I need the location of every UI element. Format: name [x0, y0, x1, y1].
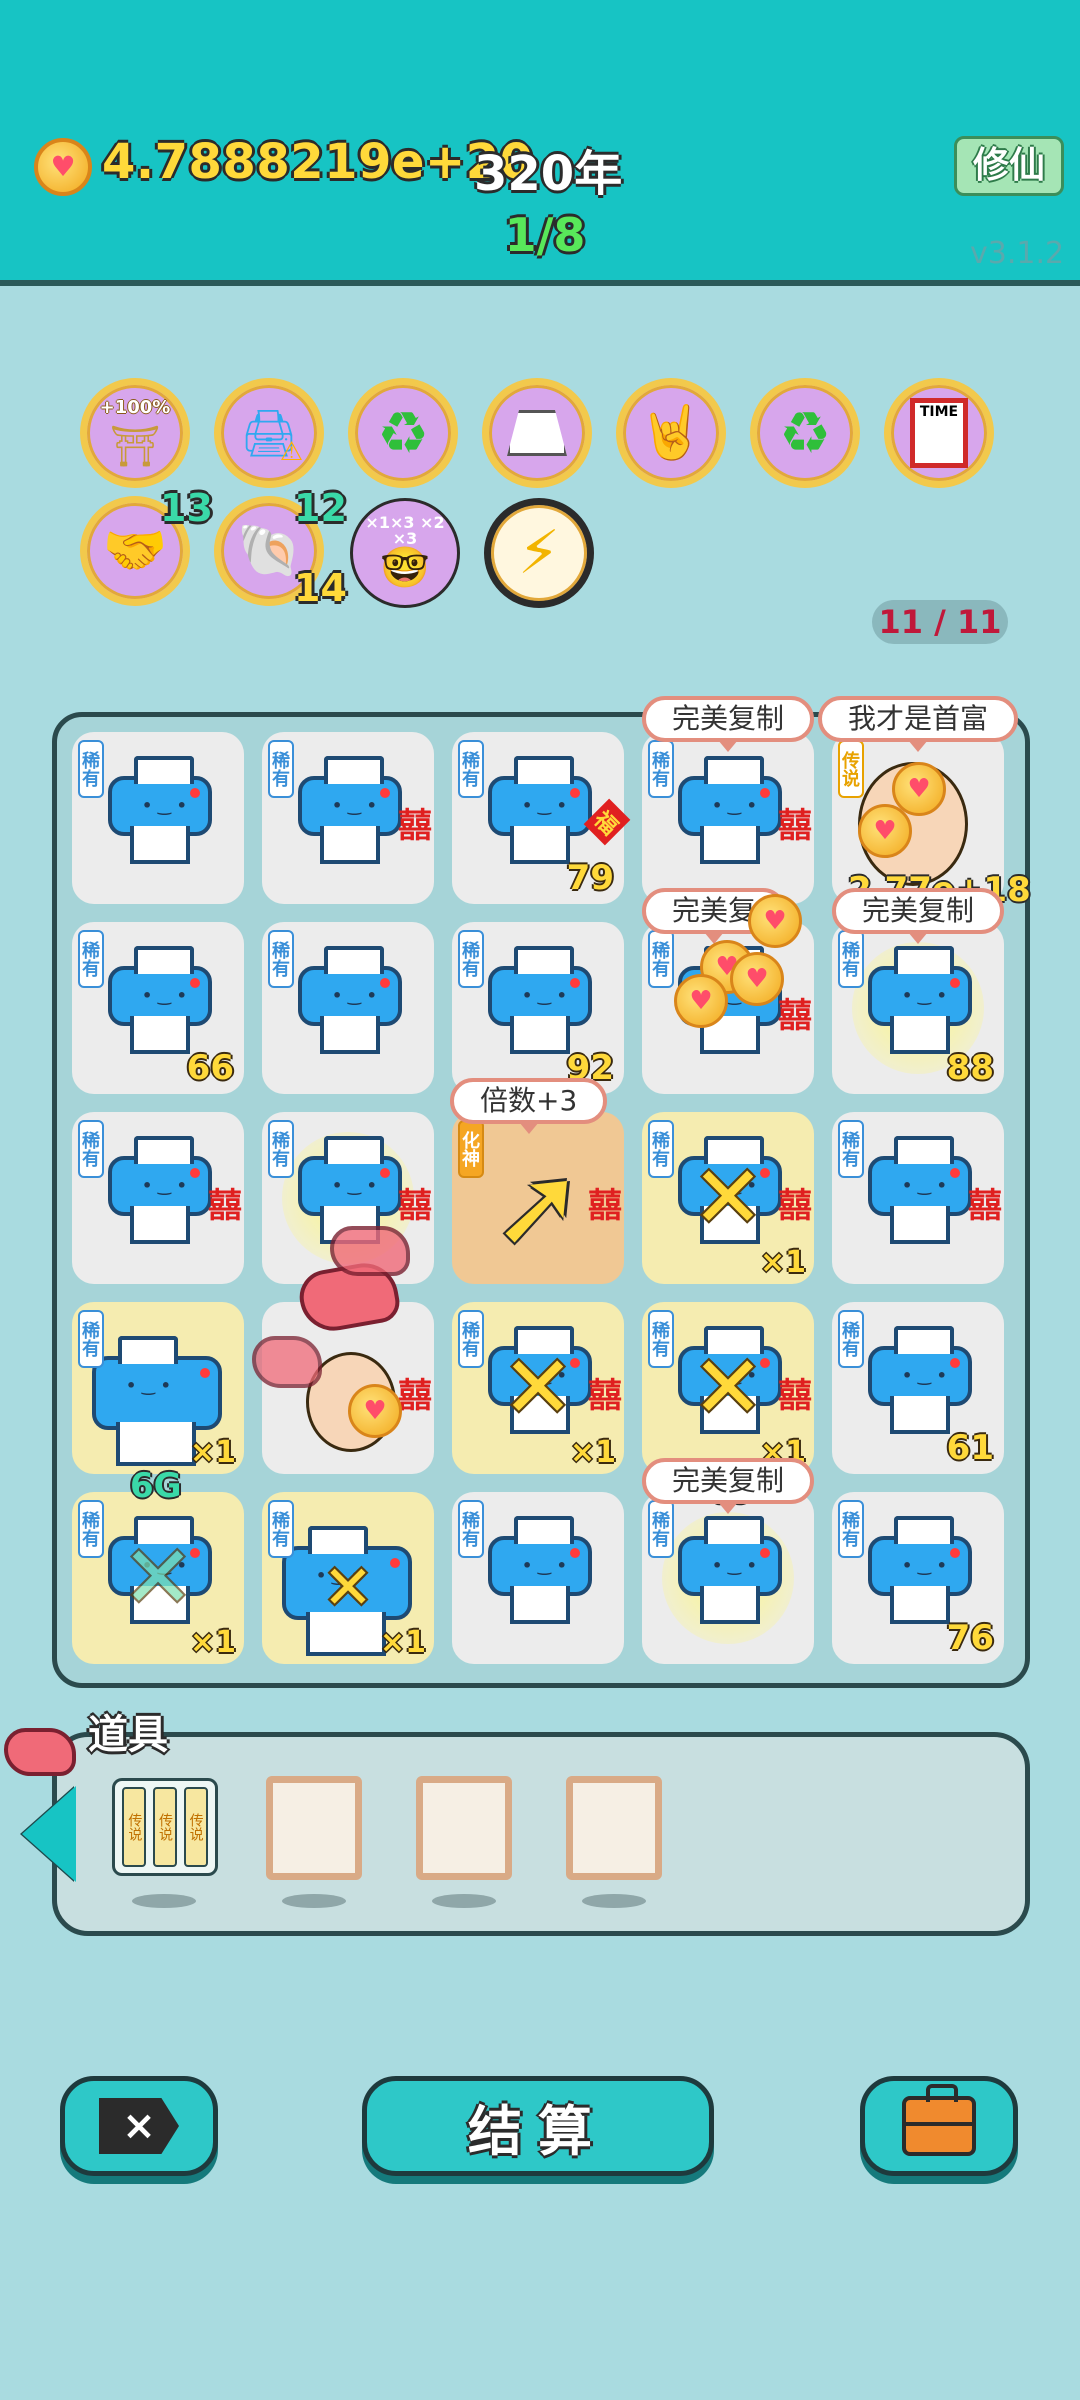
heart-coin-icon: ♥ — [730, 952, 784, 1006]
board-cell[interactable]: 稀有 • ‿ • 76 — [832, 1492, 1004, 1664]
skirt-icon[interactable] — [482, 378, 592, 488]
items-title: 道具 — [88, 1712, 168, 1758]
liver-icon — [252, 1336, 322, 1388]
board-cell[interactable]: 稀有 • ‿ • 囍 — [832, 1112, 1004, 1284]
item-shadow — [432, 1894, 496, 1908]
time-magazine-icon[interactable]: TIME — [884, 378, 994, 488]
year-counter: 320年 — [474, 146, 623, 202]
multiplier-bubble: 倍数+3 — [450, 1078, 608, 1134]
board-cell[interactable]: 稀有 • ‿ • 囍 — [72, 1112, 244, 1284]
printer-warning-icon[interactable]: 🖨 ⚠ — [214, 378, 324, 488]
heart-coin-icon: ♥ — [674, 974, 728, 1028]
board-cell[interactable]: 稀有 • ‿ • ✕ ×1 — [262, 1492, 434, 1664]
destroy-cross-icon: ✕ — [501, 1338, 575, 1438]
item-shadow — [132, 1894, 196, 1908]
empty-item-slot[interactable] — [416, 1776, 512, 1880]
board-cell[interactable]: 稀有 • ‿ • 66 — [72, 922, 244, 1094]
board-cell[interactable]: 稀有 • ‿ • 福 79 — [452, 732, 631, 904]
printer-icon: • ‿ • — [92, 1336, 222, 1430]
heart-coin-icon: ♥ — [34, 138, 92, 196]
perfect-copy-bubble: 完美复制 — [832, 888, 1005, 944]
top-bar: ♥ 4.7888219e+20 320年 1/8 修仙 v3.1.2 — [0, 0, 1080, 286]
handshake-count: 13 — [160, 486, 213, 530]
perfect-copy-bubble: 完美复制 — [642, 696, 815, 752]
board-cell[interactable]: 稀有 • ‿ • 囍 ✕ ×1 — [452, 1302, 624, 1474]
item-shadow — [282, 1894, 346, 1908]
items-scroll-left-icon[interactable] — [22, 1786, 76, 1882]
money-counter: 4.7888219e+20 — [102, 134, 534, 190]
board-cell[interactable]: 稀有 • ‿ • 囍 — [642, 732, 814, 904]
board-cell[interactable]: 稀有 • ‿ • 88 — [832, 922, 1004, 1094]
richest-bubble: 我才是首富 — [818, 696, 1019, 752]
board-cell[interactable]: 稀有 • ‿ • — [262, 922, 434, 1094]
board-cell[interactable]: 稀有 • ‿ • ×1 — [72, 1302, 244, 1474]
board-cell[interactable]: 稀有 • ‿ • 囍 ✕ ×1 — [642, 1112, 814, 1284]
level-indicator: 1/8 — [504, 208, 586, 262]
cursor-arrow-icon: ➚ — [492, 1142, 585, 1270]
liver-icon — [330, 1226, 410, 1276]
board-cell[interactable]: 稀有 • ‿ • — [72, 732, 244, 904]
perfect-copy-bubble: 完美复制 — [642, 1458, 815, 1514]
heart-coin-icon: ♥ — [748, 894, 802, 948]
shell-count-top: 12 — [294, 486, 347, 530]
rock-hand-icon[interactable]: 🤘 — [616, 378, 726, 488]
board-cell[interactable]: 稀有 • ‿ • 92 — [452, 922, 624, 1094]
math-face-icon[interactable]: ×1×3 ×2 ×3 🤓 — [350, 498, 460, 608]
recycle-icon[interactable]: ♻ — [750, 378, 860, 488]
exit-button[interactable]: × — [60, 2076, 218, 2176]
destroy-cross-icon: ✕ — [691, 1148, 765, 1248]
shell-count-bottom: 14 — [294, 566, 347, 610]
lightning-icon[interactable]: ⚡ — [484, 498, 594, 608]
board-cell[interactable]: 稀有 • ‿ • 囍 ✕ ×1 — [642, 1302, 814, 1474]
board-cell[interactable]: 稀有 • ‿ • ✕ ×1 — [72, 1492, 244, 1664]
board-cell[interactable]: 稀有 • ‿ • 61 — [832, 1302, 1004, 1474]
board-cell[interactable]: 稀有 • ‿ • 囍 — [262, 732, 434, 904]
heart-coin-icon: ♥ — [348, 1384, 402, 1438]
destroy-cross-icon: ✕ — [691, 1338, 765, 1438]
xiuxian-button[interactable]: 修仙 — [954, 136, 1064, 196]
liver-icon — [4, 1728, 76, 1776]
talisman-item[interactable]: 传说 传说 传说 — [112, 1778, 218, 1876]
board-cell[interactable]: 化神 ➚ 囍 — [452, 1112, 624, 1284]
relic-slot-counter: 11 / 11 — [872, 600, 1008, 644]
exit-icon: × — [99, 2098, 179, 2154]
destroy-cross-icon: ✕ — [121, 1528, 195, 1628]
destroy-cross-icon: ✕ — [322, 1553, 374, 1623]
board-cell[interactable]: 稀有 • ‿ • — [642, 1492, 814, 1664]
bag-button[interactable] — [860, 2076, 1018, 2176]
version-label: v3.1.2 — [970, 236, 1065, 271]
treasure-pot-icon[interactable]: +100% ⛩ — [80, 378, 190, 488]
bag-icon — [902, 2084, 976, 2156]
overflow-value: 6G — [130, 1466, 182, 1506]
settle-button[interactable]: 结算 — [362, 2076, 714, 2176]
empty-item-slot[interactable] — [566, 1776, 662, 1880]
recycle-icon[interactable]: ♻ — [348, 378, 458, 488]
item-shadow — [582, 1894, 646, 1908]
board-cell[interactable]: 稀有 • ‿ • — [452, 1492, 624, 1664]
heart-coin-icon: ♥ — [858, 804, 912, 858]
empty-item-slot[interactable] — [266, 1776, 362, 1880]
